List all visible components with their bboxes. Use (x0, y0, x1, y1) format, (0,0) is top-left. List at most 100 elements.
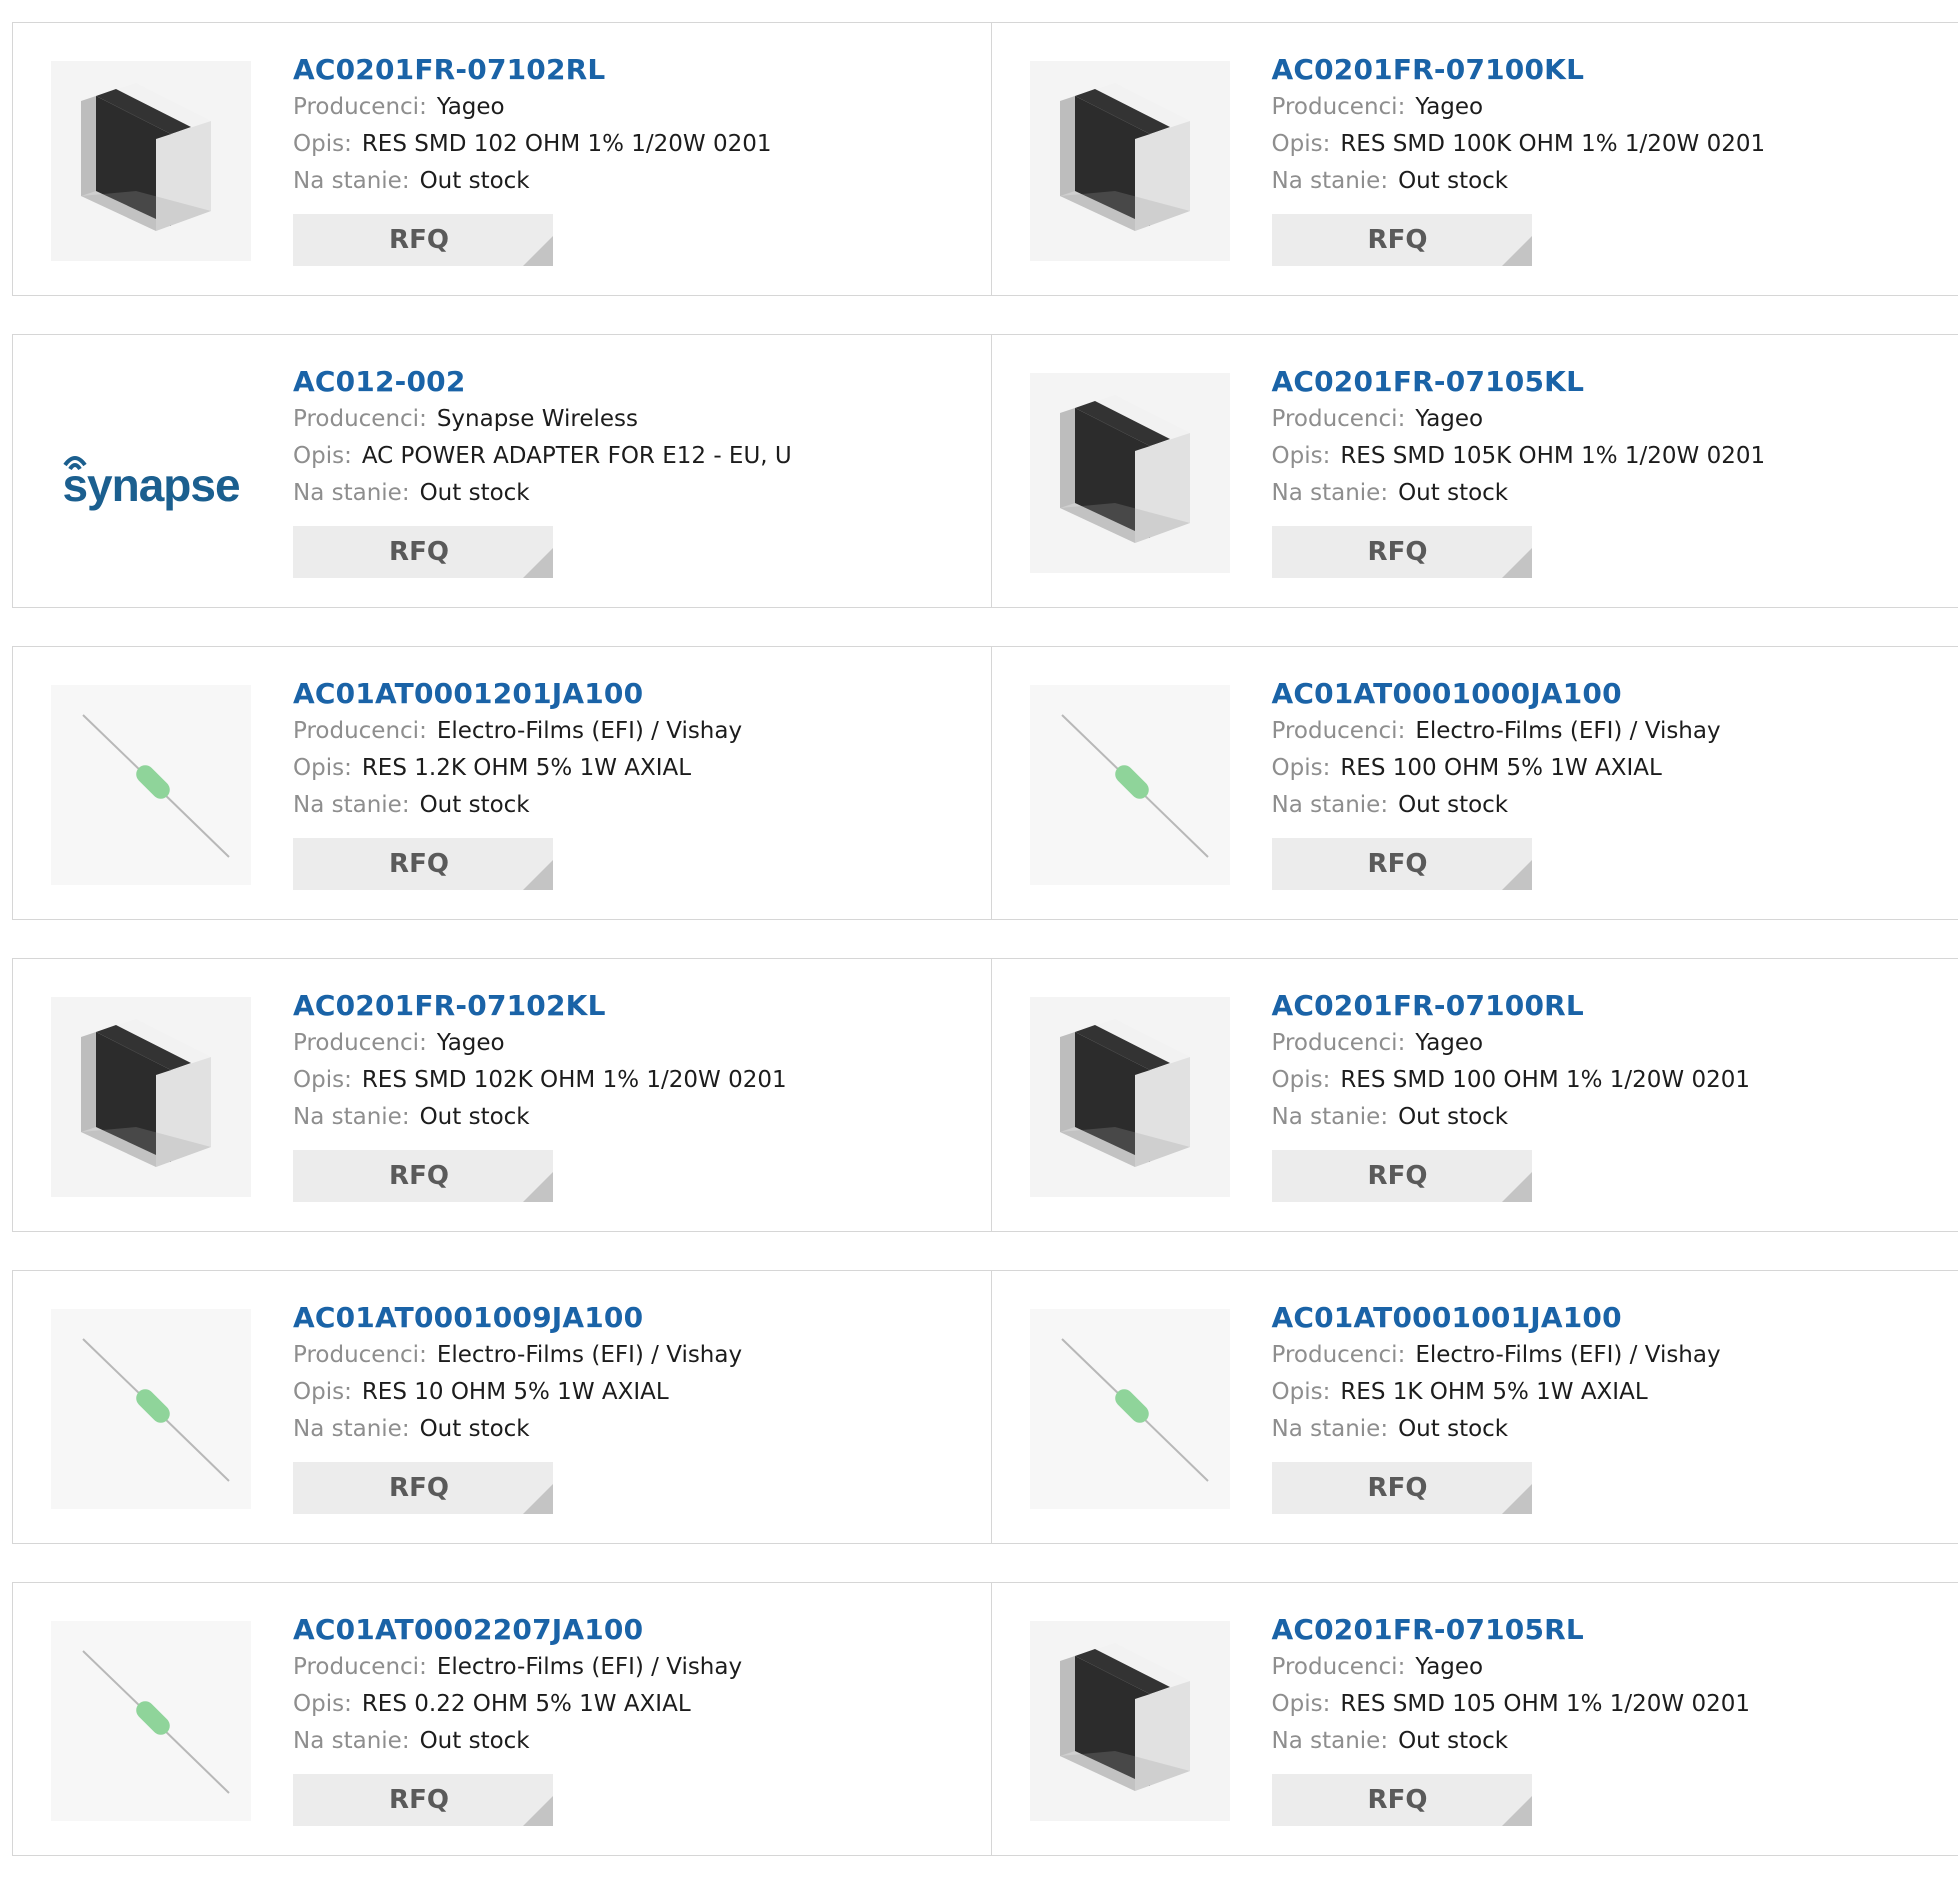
chip-resistor-image[interactable] (1030, 997, 1230, 1197)
product-row: AC0201FR-07102RL Producenci: Yageo Opis: R… (12, 22, 1958, 296)
chip-resistor-image[interactable] (1030, 61, 1230, 261)
rfq-button[interactable]: RFQ (1272, 1462, 1532, 1514)
chip-resistor-icon (1030, 997, 1230, 1197)
rfq-button[interactable]: RFQ (293, 1462, 553, 1514)
axial-resistor-image[interactable] (1030, 1309, 1230, 1509)
stock-label: Na stanie: (1272, 168, 1389, 194)
axial-resistor-image[interactable] (51, 685, 251, 885)
part-number-link[interactable]: AC0201FR-07100KL (1272, 51, 1766, 89)
description-value: AC POWER ADAPTER FOR E12 - EU, U (362, 443, 792, 469)
product-row: AC01AT0002207JA100 Producenci:Electro-Fi… (12, 1582, 1958, 1856)
description-row: Opis: RES SMD 102 OHM 1% 1/20W 0201 (293, 126, 772, 163)
part-number-link[interactable]: AC01AT0001201JA100 (293, 675, 742, 713)
description-row: Opis:RES SMD 102K OHM 1% 1/20W 0201 (293, 1062, 787, 1099)
stock-label: Na stanie: (1272, 1416, 1389, 1442)
description-row: Opis:RES 1.2K OHM 5% 1W AXIAL (293, 750, 742, 787)
product-card: AC0201FR-07100RL Producenci:Yageo Opis:R… (991, 959, 1958, 1231)
product-card: AC01AT0001201JA100 Producenci:Electro-Fi… (13, 647, 991, 919)
manufacturer-label: Producenci: (1272, 718, 1406, 744)
chip-resistor-image[interactable] (1030, 1621, 1230, 1821)
synapse-logo[interactable]: synapse (51, 373, 251, 573)
rfq-label: RFQ (1368, 1785, 1428, 1815)
part-number-link[interactable]: AC01AT0001009JA100 (293, 1299, 742, 1337)
description-label: Opis: (1272, 131, 1331, 157)
chip-resistor-image[interactable] (51, 997, 251, 1197)
part-number-link[interactable]: AC01AT0001001JA100 (1272, 1299, 1721, 1337)
description-row: Opis:RES 10 OHM 5% 1W AXIAL (293, 1374, 742, 1411)
stock-value: Out stock (420, 1416, 530, 1442)
product-card: AC0201FR-07100KL Producenci:Yageo Opis:R… (991, 23, 1958, 295)
stock-label: Na stanie: (293, 1728, 410, 1754)
rfq-button[interactable]: RFQ (293, 838, 553, 890)
part-number-link[interactable]: AC01AT0001000JA100 (1272, 675, 1721, 713)
axial-resistor-image[interactable] (51, 1309, 251, 1509)
product-info: AC0201FR-07100KL Producenci:Yageo Opis:R… (1272, 51, 1766, 266)
product-info: AC01AT0001001JA100 Producenci:Electro-Fi… (1272, 1299, 1721, 1514)
manufacturer-row: Producenci:Electro-Films (EFI) / Vishay (293, 1649, 742, 1686)
rfq-button[interactable]: RFQ (293, 214, 553, 266)
product-card: synapse AC012-002 Producenci:Synapse Wir… (13, 335, 991, 607)
part-number-link[interactable]: AC012-002 (293, 363, 792, 401)
manufacturer-label: Producenci: (1272, 94, 1406, 120)
axial-resistor-image[interactable] (1030, 685, 1230, 885)
part-number-link[interactable]: AC01AT0002207JA100 (293, 1611, 742, 1649)
chip-resistor-icon (1030, 373, 1230, 573)
chip-resistor-image[interactable] (51, 61, 251, 261)
chip-resistor-icon (1030, 1621, 1230, 1821)
stock-row: Na stanie:Out stock (1272, 1723, 1751, 1760)
chip-resistor-icon (1030, 61, 1230, 261)
stock-row: Na stanie:Out stock (1272, 1099, 1751, 1136)
description-row: Opis:RES SMD 105K OHM 1% 1/20W 0201 (1272, 438, 1766, 475)
stock-value: Out stock (1398, 1728, 1508, 1754)
description-label: Opis: (293, 131, 352, 157)
rfq-button[interactable]: RFQ (293, 1774, 553, 1826)
manufacturer-row: Producenci:Yageo (1272, 401, 1766, 438)
rfq-button[interactable]: RFQ (1272, 526, 1532, 578)
corner-triangle-icon (523, 1484, 553, 1514)
rfq-label: RFQ (1368, 849, 1428, 879)
manufacturer-value: Yageo (437, 94, 505, 120)
description-value: RES SMD 102 OHM 1% 1/20W 0201 (362, 131, 772, 157)
manufacturer-value: Yageo (1415, 406, 1483, 432)
corner-triangle-icon (1502, 1796, 1532, 1826)
rfq-button[interactable]: RFQ (293, 1150, 553, 1202)
description-row: Opis:RES 0.22 OHM 5% 1W AXIAL (293, 1686, 742, 1723)
axial-resistor-image[interactable] (51, 1621, 251, 1821)
manufacturer-value: Electro-Films (EFI) / Vishay (1415, 1342, 1720, 1368)
stock-label: Na stanie: (293, 480, 410, 506)
manufacturer-value: Yageo (1415, 1654, 1483, 1680)
manufacturer-label: Producenci: (293, 406, 427, 432)
product-row: AC01AT0001009JA100 Producenci:Electro-Fi… (12, 1270, 1958, 1544)
rfq-label: RFQ (1368, 225, 1428, 255)
stock-value: Out stock (1398, 480, 1508, 506)
rfq-label: RFQ (1368, 1161, 1428, 1191)
stock-row: Na stanie:Out stock (293, 787, 742, 824)
part-number-link[interactable]: AC0201FR-07102KL (293, 987, 787, 1025)
chip-resistor-image[interactable] (1030, 373, 1230, 573)
corner-triangle-icon (1502, 1484, 1532, 1514)
product-card: AC01AT0002207JA100 Producenci:Electro-Fi… (13, 1583, 991, 1855)
rfq-button[interactable]: RFQ (1272, 1774, 1532, 1826)
rfq-button[interactable]: RFQ (1272, 214, 1532, 266)
product-info: AC01AT0001000JA100 Producenci:Electro-Fi… (1272, 675, 1721, 890)
part-number-link[interactable]: AC0201FR-07105RL (1272, 1611, 1751, 1649)
part-number-link[interactable]: AC0201FR-07102RL (293, 51, 772, 89)
description-value: RES 100 OHM 5% 1W AXIAL (1340, 755, 1662, 781)
description-row: Opis:RES 100 OHM 5% 1W AXIAL (1272, 750, 1721, 787)
stock-row: Na stanie: Out stock (293, 1723, 742, 1760)
stock-row: Na stanie:Out stock (293, 163, 772, 200)
description-label: Opis: (293, 755, 352, 781)
rfq-label: RFQ (389, 1473, 449, 1503)
rfq-button[interactable]: RFQ (293, 526, 553, 578)
rfq-button[interactable]: RFQ (1272, 838, 1532, 890)
rfq-label: RFQ (389, 1785, 449, 1815)
description-value: RES 1K OHM 5% 1W AXIAL (1340, 1379, 1647, 1405)
manufacturer-row: Producenci:Synapse Wireless (293, 401, 792, 438)
rfq-button[interactable]: RFQ (1272, 1150, 1532, 1202)
manufacturer-label: Producenci: (293, 1654, 427, 1680)
part-number-link[interactable]: AC0201FR-07105KL (1272, 363, 1766, 401)
part-number-link[interactable]: AC0201FR-07100RL (1272, 987, 1751, 1025)
stock-value: Out stock (420, 1728, 530, 1754)
stock-label: Na stanie: (293, 792, 410, 818)
stock-row: Na stanie:Out stock (1272, 1411, 1721, 1448)
